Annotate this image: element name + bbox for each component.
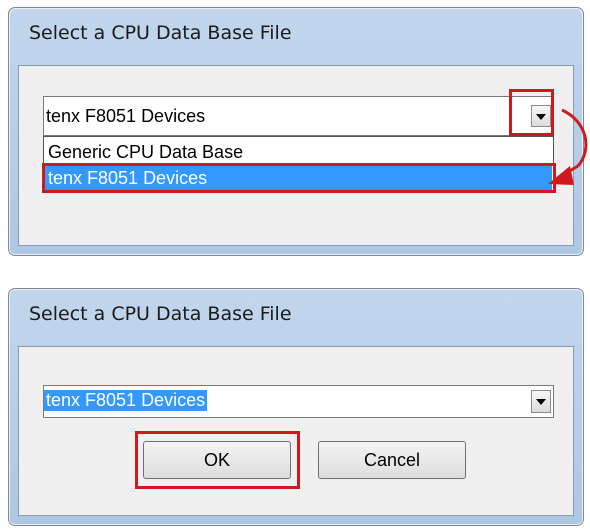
ok-button[interactable]: OK xyxy=(143,441,291,479)
dialog-client-area xyxy=(18,346,574,516)
cancel-button[interactable]: Cancel xyxy=(318,441,466,479)
cpu-database-combobox[interactable]: tenx F8051 Devices xyxy=(43,385,554,418)
chevron-down-icon xyxy=(536,399,546,405)
combobox-value: tenx F8051 Devices xyxy=(44,390,208,411)
dropdown-button[interactable] xyxy=(531,390,551,413)
dialog-title: Select a CPU Data Base File xyxy=(29,303,292,325)
